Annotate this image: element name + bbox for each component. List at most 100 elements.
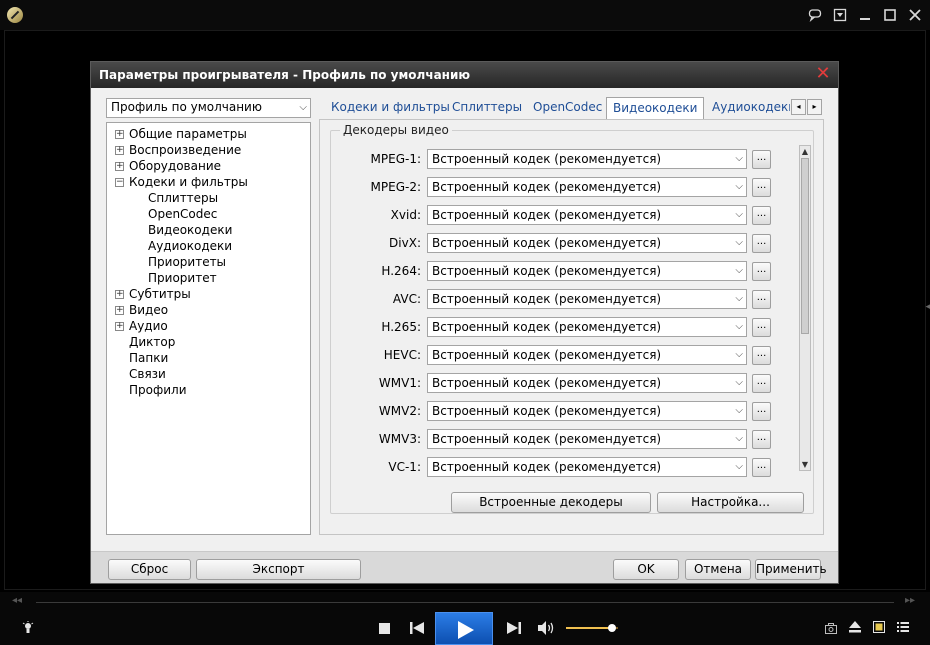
decoder-options-button[interactable]: ...	[752, 290, 771, 309]
stop-icon[interactable]	[378, 622, 390, 638]
tree-item[interactable]: Оборудование	[129, 158, 221, 174]
decoder-select-value: Встроенный кодек (рекомендуется)	[432, 152, 662, 166]
decoder-select[interactable]: Встроенный кодек (рекомендуется) ⌵	[427, 373, 747, 393]
decoder-select[interactable]: Встроенный кодек (рекомендуется) ⌵	[427, 429, 747, 449]
decoder-label: H.265:	[381, 320, 421, 334]
tab-scroll-left-icon[interactable]: ◂	[791, 99, 806, 115]
volume-fill	[566, 627, 612, 629]
playlist-panel-icon[interactable]	[872, 621, 886, 637]
tab-1[interactable]: Сплиттеры	[446, 97, 528, 119]
decoder-options-button[interactable]: ...	[752, 178, 771, 197]
tree-item[interactable]: Аудио	[129, 318, 168, 334]
minimize-icon[interactable]	[856, 6, 874, 24]
decoder-select[interactable]: Встроенный кодек (рекомендуется) ⌵	[427, 345, 747, 365]
decoder-select[interactable]: Встроенный кодек (рекомендуется) ⌵	[427, 289, 747, 309]
decoder-select[interactable]: Встроенный кодек (рекомендуется) ⌵	[427, 205, 747, 225]
seek-bar[interactable]	[36, 602, 894, 603]
tree-item[interactable]: Диктор	[129, 334, 175, 350]
decoders-scrollbar[interactable]: ▲ ▼	[799, 145, 811, 471]
ok-button[interactable]: OK	[613, 559, 679, 580]
decoder-options-button[interactable]: ...	[752, 150, 771, 169]
decoder-select[interactable]: Встроенный кодек (рекомендуется) ⌵	[427, 177, 747, 197]
scroll-up-icon[interactable]: ▲	[800, 146, 810, 157]
play-button[interactable]	[435, 612, 493, 645]
decoder-options-button[interactable]: ...	[752, 262, 771, 281]
tree-expander-icon[interactable]: +	[115, 306, 124, 315]
tree-item[interactable]: Приоритеты	[148, 254, 226, 270]
maximize-icon[interactable]	[881, 6, 899, 24]
tree-item[interactable]: Сплиттеры	[148, 190, 218, 206]
decoder-select[interactable]: Встроенный кодек (рекомендуется) ⌵	[427, 457, 747, 477]
tab-3[interactable]: Видеокодеки	[606, 97, 705, 119]
decoder-select[interactable]: Встроенный кодек (рекомендуется) ⌵	[427, 149, 747, 169]
decoder-options-button[interactable]: ...	[752, 234, 771, 253]
tab-4[interactable]: Аудиокодеки	[706, 97, 790, 119]
tree-item[interactable]: Приоритет	[148, 270, 217, 286]
decoder-options-button[interactable]: ...	[752, 206, 771, 225]
decoder-select[interactable]: Встроенный кодек (рекомендуется) ⌵	[427, 233, 747, 253]
tree-item[interactable]: Папки	[129, 350, 168, 366]
chevron-down-icon: ⌵	[735, 209, 743, 220]
tree-item[interactable]: Аудиокодеки	[148, 238, 232, 254]
decoder-settings-button[interactable]: Настройка...	[657, 492, 804, 513]
tree-expander-icon[interactable]: −	[115, 178, 124, 187]
menu-dropdown-icon[interactable]	[831, 6, 849, 24]
decoder-select-value: Встроенный кодек (рекомендуется)	[432, 348, 662, 362]
decoder-options-button[interactable]: ...	[752, 374, 771, 393]
volume-slider-handle[interactable]	[607, 624, 616, 632]
profile-select[interactable]: Профиль по умолчанию ⌵	[106, 98, 311, 118]
previous-icon[interactable]	[409, 622, 425, 638]
decoder-label: WMV3:	[378, 432, 421, 446]
seek-forward-icon[interactable]: ▸▸	[905, 595, 915, 606]
camera-icon[interactable]	[824, 622, 838, 638]
decoder-options-button[interactable]: ...	[752, 318, 771, 337]
side-panel-arrow-icon[interactable]: ◂	[925, 302, 930, 312]
player-logo-icon[interactable]	[7, 7, 23, 23]
decoder-options-button[interactable]: ...	[752, 430, 771, 449]
decoder-select[interactable]: Встроенный кодек (рекомендуется) ⌵	[427, 317, 747, 337]
tree-item[interactable]: Связи	[129, 366, 166, 382]
close-window-icon[interactable]	[906, 6, 924, 24]
tree-item[interactable]: Воспроизведение	[129, 142, 241, 158]
settings-tree: + Общие параметры + Воспроизведение + Оборудо…	[106, 122, 311, 535]
eject-icon[interactable]	[848, 621, 862, 637]
tree-item[interactable]: Кодеки и фильтры	[129, 174, 248, 190]
scrollbar-thumb[interactable]	[801, 158, 809, 334]
export-button[interactable]: Экспорт	[196, 559, 361, 580]
decoder-options-button[interactable]: ...	[752, 402, 771, 421]
decoder-select-value: Встроенный кодек (рекомендуется)	[432, 376, 662, 390]
tab-2[interactable]: OpenCodec	[527, 97, 608, 119]
decoder-options-button[interactable]: ...	[752, 346, 771, 365]
tree-item[interactable]: Видео	[129, 302, 168, 318]
bulb-icon[interactable]	[20, 621, 36, 639]
decoder-select[interactable]: Встроенный кодек (рекомендуется) ⌵	[427, 261, 747, 281]
next-icon[interactable]	[506, 622, 522, 638]
cancel-button[interactable]: Отмена	[685, 559, 751, 580]
scroll-down-icon[interactable]: ▼	[800, 459, 810, 470]
tree-expander-icon[interactable]: +	[115, 146, 124, 155]
builtin-decoders-button[interactable]: Встроенные декодеры	[451, 492, 651, 513]
decoder-select[interactable]: Встроенный кодек (рекомендуется) ⌵	[427, 401, 747, 421]
tree-expander-icon[interactable]: +	[115, 322, 124, 331]
tree-item[interactable]: Профили	[129, 382, 187, 398]
reset-button[interactable]: Сброс	[108, 559, 191, 580]
tree-item[interactable]: Общие параметры	[129, 126, 247, 142]
tree-expander-icon[interactable]: +	[115, 130, 124, 139]
decoder-options-button[interactable]: ...	[752, 458, 771, 477]
tree-item[interactable]: Субтитры	[129, 286, 191, 302]
volume-icon[interactable]	[537, 621, 555, 639]
chat-icon[interactable]	[806, 6, 824, 24]
seek-back-icon[interactable]: ◂◂	[12, 595, 22, 606]
tree-expander-icon[interactable]: +	[115, 290, 124, 299]
tree-item[interactable]: Видеокодеки	[148, 222, 232, 238]
tree-expander-icon[interactable]: +	[115, 162, 124, 171]
menu-list-icon[interactable]	[896, 621, 910, 637]
decoder-label: MPEG-1:	[370, 152, 421, 166]
dialog-footer: Сброс Экспорт OK Отмена Применить	[91, 551, 838, 583]
tab-scroll-right-icon[interactable]: ▸	[807, 99, 822, 115]
tree-item[interactable]: OpenCodec	[148, 206, 217, 222]
apply-button[interactable]: Применить	[755, 559, 827, 580]
dialog-close-icon[interactable]: ✕	[814, 65, 832, 83]
decoder-label: HEVC:	[383, 348, 421, 362]
tab-0[interactable]: Кодеки и фильтры	[325, 97, 456, 119]
